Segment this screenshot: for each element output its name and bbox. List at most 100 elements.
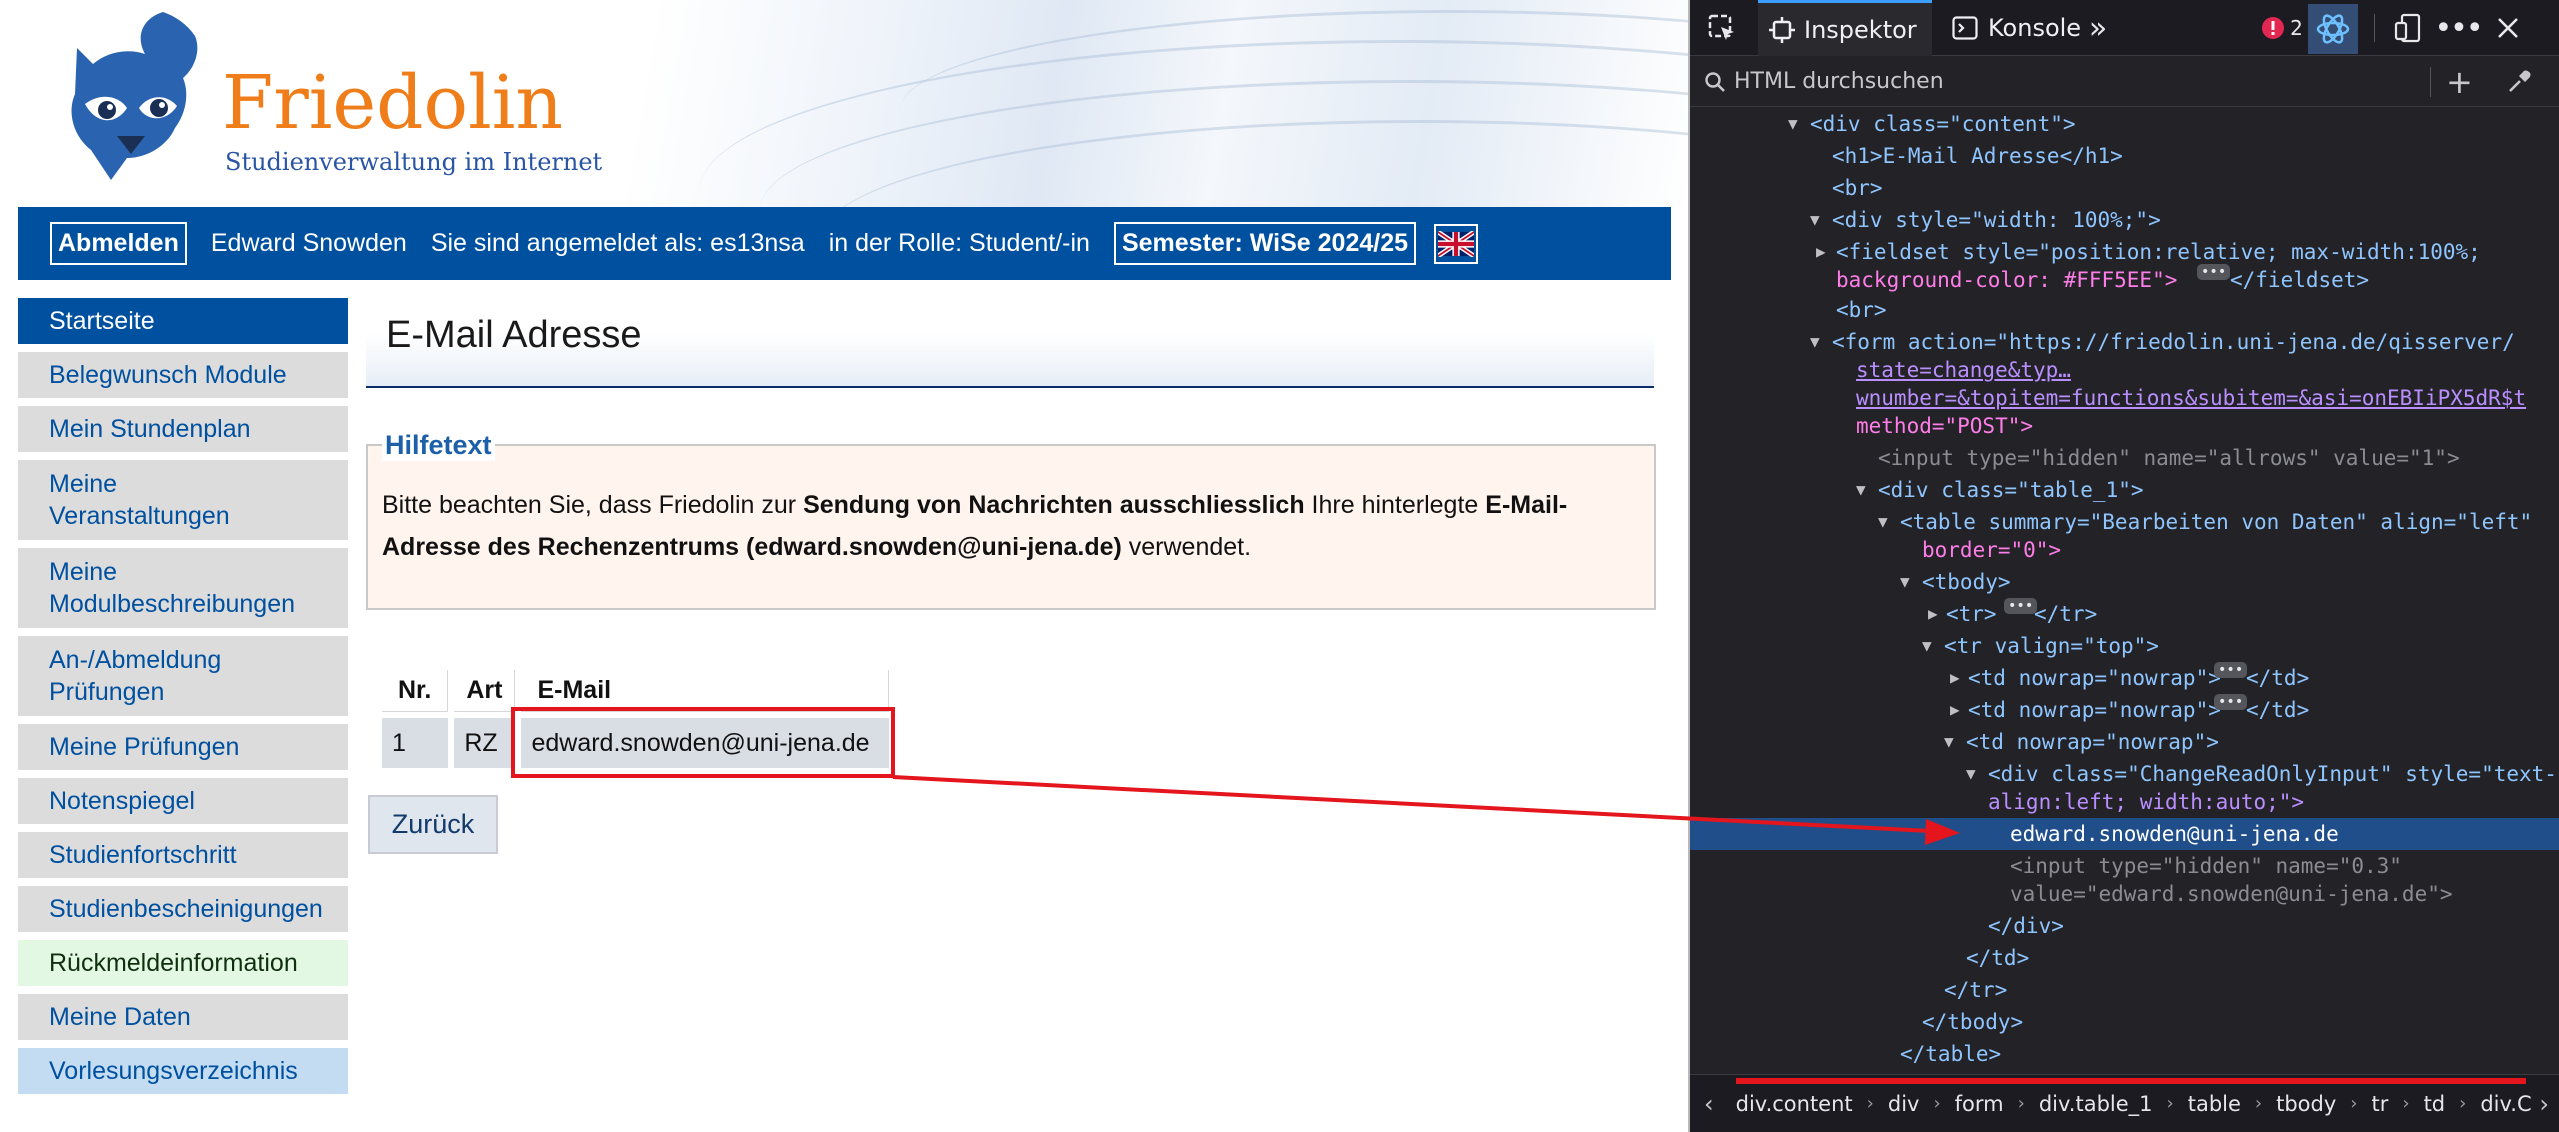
breadcrumb-right-arrow-icon[interactable]: ›: [2533, 1089, 2549, 1118]
tree-node[interactable]: </table>: [1690, 1038, 2559, 1070]
sidebar-item-meine-veranstaltungen[interactable]: Meine Veranstaltungen: [18, 460, 348, 540]
tree-node[interactable]: <br>: [1690, 172, 2559, 204]
logged-in-as: Sie sind angemeldet als: es13nsa: [430, 229, 805, 257]
help-text-part: Ihre hinterlegte: [1304, 491, 1486, 519]
tree-node[interactable]: <br>: [1690, 294, 2559, 326]
tree-node-text: align:left; width:auto;">: [1988, 790, 2305, 814]
breadcrumb-item[interactable]: tr: [2371, 1092, 2388, 1116]
tree-node-selected[interactable]: edward.snowden@uni-jena.de: [1690, 818, 2559, 850]
breadcrumb-separator-icon: ›: [2166, 1093, 2174, 1114]
tree-node[interactable]: </div>: [1690, 910, 2559, 942]
tab-console[interactable]: Konsole: [1942, 0, 2081, 56]
sidebar-item-mein-stundenplan[interactable]: Mein Stundenplan: [18, 406, 348, 452]
tree-node[interactable]: value="edward.snowden@uni-jena.de">: [1690, 878, 2559, 910]
brand-name: Friedolin: [222, 60, 564, 146]
breadcrumb-separator-icon: ›: [2254, 1093, 2263, 1114]
tree-node-text: </td>: [2246, 666, 2310, 690]
back-button[interactable]: Zurück: [368, 795, 498, 854]
error-count: 2: [2290, 16, 2303, 40]
tree-node-text: <td nowrap="nowrap">: [1968, 666, 2221, 690]
sidebar-item-belegwunsch-module[interactable]: Belegwunsch Module: [18, 352, 348, 398]
tree-node[interactable]: background-color: #FFF5EE"> ••• </fieldset…: [1690, 264, 2559, 296]
element-picker-icon[interactable]: [1702, 10, 1742, 46]
sidebar-item-studienfortschritt[interactable]: Studienfortschritt: [18, 832, 348, 878]
inspector-icon: [1769, 16, 1795, 43]
tree-node[interactable]: </tr>: [1690, 974, 2559, 1006]
tree-node[interactable]: border="0">: [1690, 534, 2559, 566]
tree-node-text: </td>: [1966, 946, 2030, 970]
tree-node-text: edward.snowden@uni-jena.de: [2010, 822, 2339, 846]
tree-node-text: <td nowrap="nowrap">: [1966, 730, 2219, 754]
tree-node[interactable]: <h1>E-Mail Adresse</h1>: [1690, 140, 2559, 172]
breadcrumb-left-arrow-icon[interactable]: ‹: [1704, 1090, 1714, 1118]
column-header-email: E-Mail: [521, 670, 890, 712]
sidebar-item-startseite[interactable]: Startseite: [18, 298, 348, 344]
collapsed-children-icon[interactable]: •••: [2004, 598, 2038, 614]
eyedropper-icon[interactable]: [2506, 69, 2532, 95]
tree-node[interactable]: <input type="hidden" name="allrows" valu…: [1690, 442, 2559, 474]
breadcrumb-item[interactable]: td: [2424, 1092, 2446, 1116]
friedolin-fox-logo-icon[interactable]: [55, 8, 215, 183]
breadcrumb-item[interactable]: form: [1955, 1092, 2004, 1116]
collapsed-children-icon[interactable]: •••: [2214, 694, 2248, 710]
breadcrumb-item[interactable]: tbody: [2276, 1092, 2336, 1116]
sidebar-item-rueckmeldeinformation[interactable]: Rückmeldeinformation: [18, 940, 348, 986]
breadcrumb-item[interactable]: div: [1888, 1092, 1920, 1116]
collapsed-children-icon[interactable]: •••: [2214, 662, 2248, 678]
user-role: in der Rolle: Student/-in: [828, 229, 1090, 257]
tab-inspector[interactable]: Inspektor: [1758, 0, 1932, 56]
tree-node[interactable]: </td>: [1690, 942, 2559, 974]
sidebar-item-notenspiegel[interactable]: Notenspiegel: [18, 778, 348, 824]
breadcrumb-item[interactable]: table: [2188, 1092, 2241, 1116]
tree-node[interactable]: ▼ <tr valign="top">: [1690, 630, 2559, 662]
error-icon: [2262, 17, 2285, 39]
breadcrumb-separator-icon: ›: [1933, 1093, 1941, 1114]
tree-node[interactable]: ▼ <div class="content">: [1690, 108, 2559, 140]
sidebar-item-meine-modulbeschreibungen[interactable]: Meine Modulbeschreibungen: [18, 548, 348, 628]
more-options-icon[interactable]: •••: [2434, 10, 2483, 46]
tree-node[interactable]: </tbody>: [1690, 1006, 2559, 1038]
web-page: Friedolin Studienverwaltung im Internet …: [0, 0, 1688, 1132]
uk-flag-icon: [1438, 230, 1475, 257]
close-icon[interactable]: [2490, 10, 2526, 46]
language-switch[interactable]: [1434, 223, 1479, 264]
sidebar-item-an-abmeldung-pruefungen[interactable]: An-/Abmeldung Prüfungen: [18, 636, 348, 716]
breadcrumb-item[interactable]: div.table_1: [2039, 1092, 2153, 1116]
html-search-bar[interactable]: HTML durchsuchen +: [1690, 57, 2559, 107]
help-text-bold: Sendung von Nachrichten ausschliesslich: [803, 491, 1305, 519]
devtools-panel: Inspektor Konsole » 2 ••• HTML durchsuch…: [1690, 0, 2559, 1132]
tree-node[interactable]: ▼ <tbody>: [1690, 566, 2559, 598]
logout-button[interactable]: Abmelden: [50, 222, 187, 265]
sidebar-item-vorlesungsverzeichnis[interactable]: Vorlesungsverzeichnis: [18, 1048, 348, 1094]
help-legend: Hilfetext: [382, 430, 495, 461]
sidebar-item-meine-daten[interactable]: Meine Daten: [18, 994, 348, 1040]
tree-node[interactable]: align:left; width:auto;">: [1690, 786, 2559, 818]
html-search-input[interactable]: HTML durchsuchen: [1734, 69, 1944, 94]
tree-node[interactable]: ▼ <td nowrap="nowrap">: [1690, 726, 2559, 758]
tree-node-text: </tr>: [1944, 978, 2008, 1002]
tree-node[interactable]: ▶ <td nowrap="nowrap"> ••• </td>: [1690, 662, 2559, 694]
search-separator: [2430, 67, 2431, 97]
sidebar-item-meine-pruefungen[interactable]: Meine Prüfungen: [18, 724, 348, 770]
page-title: E-Mail Adresse: [366, 298, 1654, 388]
tree-node[interactable]: ▼ <div class="table_1">: [1690, 474, 2559, 506]
tree-node[interactable]: ▼ <div style="width: 100%;">: [1690, 204, 2559, 236]
tree-node-text: <br>: [1832, 176, 1883, 200]
cell-nr: 1: [382, 718, 449, 768]
breadcrumb-item[interactable]: div.C: [2480, 1092, 2531, 1116]
breadcrumb-separator-icon: ›: [2459, 1093, 2467, 1114]
breadcrumb-item[interactable]: div.content: [1736, 1092, 1853, 1116]
responsive-design-icon[interactable]: [2390, 10, 2426, 46]
sidebar-item-studienbescheinigungen[interactable]: Studienbescheinigungen: [18, 886, 348, 932]
markup-tree: ▼ <div class="content"> <h1>E-Mail Adress…: [1690, 108, 2559, 1074]
more-tabs-chevron-icon[interactable]: »: [2080, 10, 2116, 46]
column-header-art: Art: [454, 670, 516, 712]
add-node-icon[interactable]: +: [2446, 63, 2473, 101]
accessibility-icon[interactable]: [2308, 4, 2358, 54]
tree-node[interactable]: method="POST">: [1690, 410, 2559, 442]
error-indicator[interactable]: 2: [2256, 12, 2308, 44]
semester-selector[interactable]: Semester: WiSe 2024/25: [1113, 222, 1417, 265]
tree-node[interactable]: ▶ <td nowrap="nowrap"> ••• </td>: [1690, 694, 2559, 726]
tree-node[interactable]: ▶ <tr> ••• </tr>: [1690, 598, 2559, 630]
collapsed-children-icon[interactable]: •••: [2197, 264, 2231, 280]
